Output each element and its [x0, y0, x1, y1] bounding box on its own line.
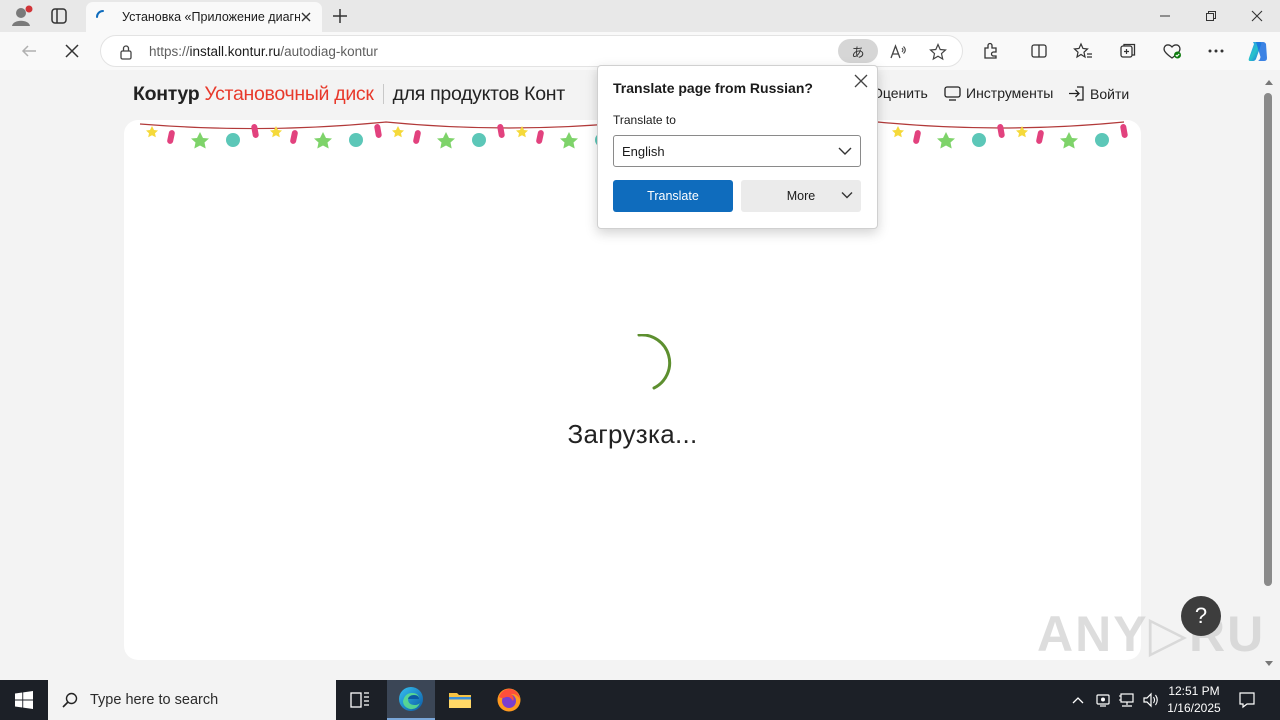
- network-icon[interactable]: [1116, 680, 1138, 720]
- nav-tools[interactable]: Инструменты: [944, 85, 1053, 101]
- selected-language: English: [622, 144, 665, 159]
- favorite-star-icon[interactable]: [929, 43, 947, 61]
- translate-button[interactable]: Translate: [613, 180, 733, 212]
- site-header: Контур Установочный диск для продуктов К…: [133, 82, 565, 106]
- close-tab-icon[interactable]: [300, 11, 312, 23]
- products-menu[interactable]: для продуктов Конт: [393, 83, 566, 106]
- firefox-icon[interactable]: [485, 680, 533, 720]
- volume-icon[interactable]: [1140, 680, 1162, 720]
- loading-spinner: [612, 334, 672, 394]
- start-button[interactable]: [0, 680, 48, 720]
- windows-taskbar: Type here to search 12:51 PM 1/16/2025: [0, 680, 1280, 720]
- loading-tab-icon: [96, 10, 110, 24]
- extensions-icon[interactable]: [976, 36, 1006, 66]
- tab-active[interactable]: Установка «Приложение диагн: [86, 2, 322, 32]
- tab-actions-icon[interactable]: [50, 7, 70, 25]
- back-icon[interactable]: [14, 36, 44, 66]
- notifications-icon[interactable]: [1232, 680, 1262, 720]
- header-divider: [382, 84, 384, 104]
- task-view-icon[interactable]: [336, 680, 384, 720]
- profile-icon[interactable]: [10, 5, 34, 27]
- read-aloud-icon[interactable]: [889, 43, 907, 61]
- brand-logo[interactable]: Контур: [133, 83, 200, 106]
- restore-button[interactable]: [1188, 0, 1234, 32]
- language-select[interactable]: English: [613, 135, 861, 167]
- edge-taskbar-icon[interactable]: [387, 680, 435, 720]
- loading-text: Загрузка...: [567, 419, 698, 449]
- tab-title: Установка «Приложение диагн: [122, 10, 300, 24]
- scroll-up-arrow-icon[interactable]: [1264, 78, 1274, 86]
- help-button[interactable]: ?: [1181, 596, 1221, 636]
- nav-login[interactable]: Войти: [1068, 85, 1129, 102]
- close-popup-icon[interactable]: [853, 73, 871, 91]
- translate-icon[interactable]: あ: [838, 39, 878, 63]
- defender-tray-icon[interactable]: [1093, 680, 1113, 720]
- url-text[interactable]: https://install.kontur.ru/autodiag-kontu…: [149, 44, 378, 59]
- stop-loading-icon[interactable]: [57, 36, 87, 66]
- collections-icon[interactable]: [1113, 36, 1143, 66]
- clock-time: 12:51 PM: [1168, 684, 1220, 698]
- minimize-button[interactable]: [1142, 0, 1188, 32]
- scroll-down-arrow-icon[interactable]: [1264, 660, 1274, 668]
- scrollbar-thumb[interactable]: [1264, 93, 1272, 586]
- lock-icon[interactable]: [119, 44, 133, 60]
- brand-subtitle[interactable]: Установочный диск: [204, 83, 374, 106]
- popup-title: Translate page from Russian?: [613, 80, 813, 96]
- split-screen-icon[interactable]: [1024, 36, 1054, 66]
- show-hidden-icons-icon[interactable]: [1068, 680, 1088, 720]
- translate-to-label: Translate to: [613, 113, 676, 127]
- more-button[interactable]: More: [741, 180, 861, 212]
- nav-rate[interactable]: Оценить: [872, 85, 928, 101]
- favorites-icon[interactable]: [1068, 36, 1098, 66]
- more-button-label: More: [786, 189, 816, 203]
- address-bar[interactable]: https://install.kontur.ru/autodiag-kontu…: [100, 35, 963, 67]
- taskbar-search[interactable]: Type here to search: [48, 680, 336, 720]
- anyrun-watermark: ANY▷RUN: [1037, 606, 1280, 662]
- login-icon: [1068, 85, 1085, 102]
- search-placeholder: Type here to search: [90, 692, 219, 708]
- chevron-down-icon: [841, 190, 853, 200]
- tab-strip: Установка «Приложение диагн: [0, 0, 1280, 32]
- clock-date: 1/16/2025: [1167, 701, 1221, 715]
- translate-popup: Translate page from Russian? Translate t…: [597, 65, 878, 229]
- search-icon: [62, 692, 78, 708]
- copilot-icon[interactable]: [1243, 36, 1273, 66]
- file-explorer-icon[interactable]: [436, 680, 484, 720]
- browser-essentials-icon[interactable]: [1157, 36, 1187, 66]
- more-options-icon[interactable]: [1201, 36, 1231, 66]
- taskbar-clock[interactable]: 12:51 PM 1/16/2025: [1160, 683, 1228, 717]
- chevron-down-icon: [838, 145, 852, 157]
- close-window-button[interactable]: [1234, 0, 1280, 32]
- monitor-icon: [944, 85, 961, 101]
- new-tab-button[interactable]: [330, 6, 352, 28]
